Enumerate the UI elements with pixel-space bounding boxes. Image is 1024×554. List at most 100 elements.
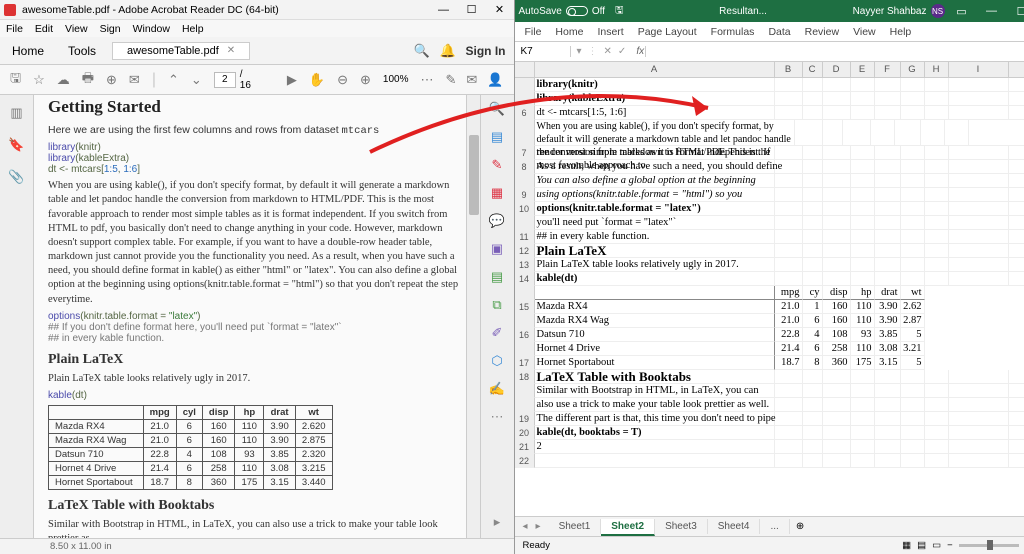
profile-icon[interactable]: 👤 [487,72,503,88]
close-tab-icon[interactable]: ✕ [227,45,235,56]
grid-row[interactable]: 18LaTeX Table with Booktabs [515,370,1024,384]
cell[interactable] [875,258,901,272]
grid-row[interactable]: 21 2 [515,440,1024,454]
cell[interactable] [949,454,1009,468]
cell[interactable] [875,106,901,120]
view-normal-icon[interactable]: ▦ [902,540,911,551]
cell[interactable] [823,454,851,468]
row-header[interactable]: 8 [515,160,535,174]
row-header[interactable]: 17 [515,356,535,370]
view-layout-icon[interactable]: ▤ [917,540,926,551]
cell[interactable]: Hornet Sportabout [535,356,775,370]
menu-view[interactable]: View [65,23,88,35]
col-header[interactable]: A [535,62,775,77]
cell[interactable] [901,454,925,468]
cell[interactable] [1009,216,1024,230]
cell[interactable] [901,216,925,230]
cell[interactable] [949,398,1009,412]
search-icon[interactable]: 🔍 [414,43,430,59]
user-avatar[interactable]: NS [931,4,945,18]
grid-row[interactable]: 11## in every kable function. [515,230,1024,244]
cell[interactable] [925,216,949,230]
cell[interactable] [803,230,823,244]
protect-icon[interactable]: ⬡ [491,353,502,369]
cell[interactable] [851,244,875,258]
cell[interactable] [823,174,851,188]
row-header[interactable] [515,286,535,300]
row-header[interactable]: 22 [515,454,535,468]
cell[interactable]: 21.0 [775,300,803,314]
cell[interactable] [1009,78,1024,92]
grid-row[interactable]: mpgcydisphpdratwt [515,286,1024,300]
cell[interactable] [925,244,949,258]
more-tools-icon[interactable]: ⋯ [491,409,504,425]
maximize-button[interactable]: ☐ [458,0,486,20]
cell[interactable] [1009,454,1024,468]
cell[interactable] [925,160,949,174]
save-icon[interactable]: 🖫 [10,69,21,91]
ribbon-formulas[interactable]: Formulas [711,26,755,38]
ribbon-review[interactable]: Review [805,26,839,38]
cell[interactable] [851,440,875,454]
row-header[interactable] [515,314,535,328]
cell[interactable]: disp [823,286,851,300]
grid-row[interactable]: 15Mazda RX421.011601103.902.62 [515,300,1024,314]
cell[interactable]: Plain LaTeX table looks relatively ugly … [535,258,775,272]
cell[interactable] [925,440,949,454]
cell[interactable] [823,412,851,426]
scrollbar[interactable] [466,95,480,538]
cell[interactable] [1009,412,1024,426]
grid-row[interactable]: 6dt <- mtcars[1:5, 1:6] [515,106,1024,120]
cell[interactable]: 93 [851,328,875,342]
row-header[interactable]: 9 [515,188,535,202]
export-pdf-icon[interactable]: ▤ [491,129,503,145]
cell[interactable] [775,230,803,244]
cell[interactable] [901,244,925,258]
cell[interactable] [535,454,775,468]
cell[interactable] [949,174,1009,188]
col-header[interactable]: B [775,62,803,77]
col-header[interactable]: F [875,62,901,77]
cell[interactable] [823,92,851,106]
cell[interactable] [901,412,925,426]
grid-row[interactable]: 12Plain LaTeX [515,244,1024,258]
cell[interactable] [775,454,803,468]
cell[interactable] [901,202,925,216]
row-header[interactable] [515,78,535,92]
create-pdf-icon[interactable]: ▦ [491,185,503,201]
cell[interactable] [803,216,823,230]
cell[interactable] [921,120,945,146]
cell[interactable] [949,426,1009,440]
cell[interactable] [775,78,803,92]
cell[interactable] [823,106,851,120]
combine-icon[interactable]: ▣ [491,241,503,257]
cell[interactable]: 4 [803,328,823,342]
cell[interactable]: 110 [851,342,875,356]
cell[interactable] [775,188,803,202]
cell[interactable] [775,440,803,454]
cell[interactable]: 110 [851,314,875,328]
cell[interactable] [851,426,875,440]
cell[interactable] [875,230,901,244]
cell[interactable] [775,160,803,174]
cell[interactable] [1009,188,1024,202]
cell[interactable] [969,120,1024,146]
row-header[interactable] [515,92,535,106]
cell[interactable] [803,426,823,440]
cell[interactable]: kable(dt, booktabs = T) [535,426,775,440]
row-header[interactable] [515,120,535,146]
cell[interactable] [823,146,851,160]
view-break-icon[interactable]: ▭ [932,540,941,551]
bell-icon[interactable]: 🔔 [440,43,456,59]
cell[interactable] [949,244,1009,258]
cell[interactable]: 2.62 [901,300,925,314]
minimize-button[interactable]: — [430,0,458,20]
cell[interactable]: 5 [901,328,925,342]
cell[interactable] [925,188,949,202]
col-header[interactable]: G [901,62,925,77]
cell[interactable] [1009,272,1024,286]
cell[interactable] [949,412,1009,426]
cell[interactable] [803,92,823,106]
row-header[interactable]: 6 [515,106,535,120]
cell[interactable] [775,146,803,160]
